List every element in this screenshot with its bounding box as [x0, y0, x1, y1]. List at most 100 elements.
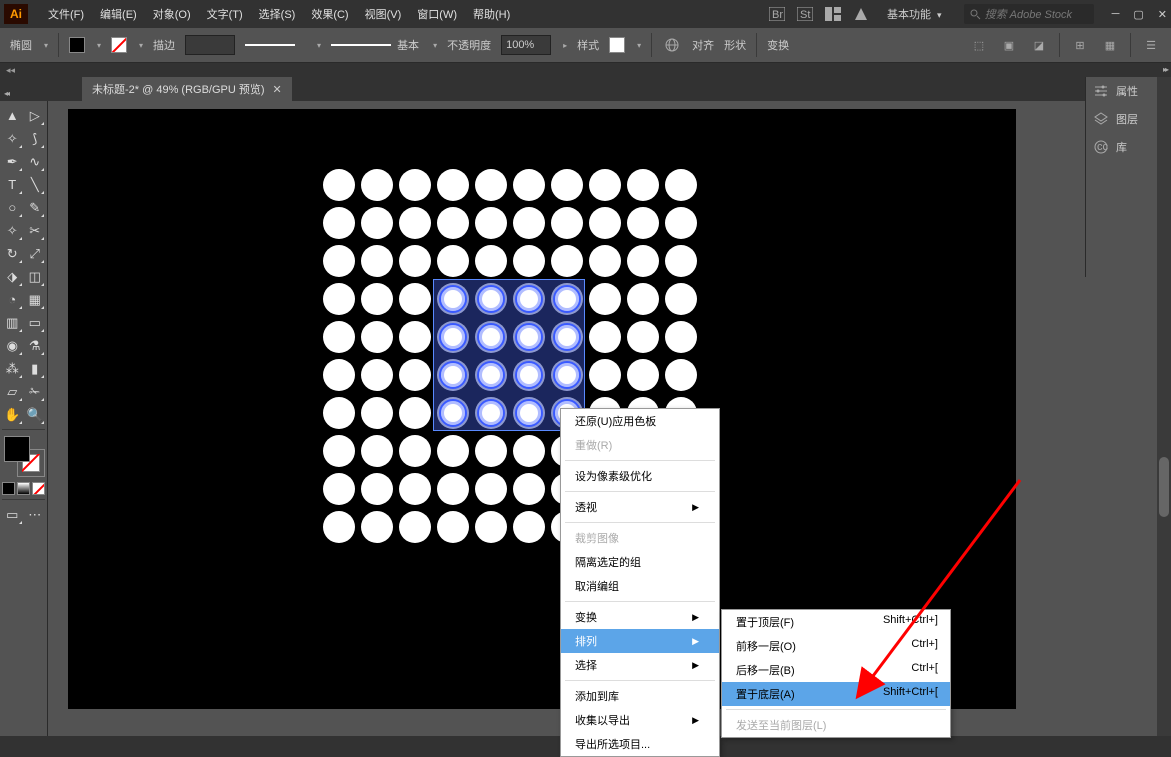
dot[interactable]	[589, 359, 621, 391]
dot[interactable]	[323, 511, 355, 543]
sm-send-to-back[interactable]: 置于底层(A)Shift+Ctrl+[	[722, 682, 950, 706]
stroke-weight-input[interactable]	[185, 35, 235, 55]
dot[interactable]	[361, 397, 393, 429]
dot[interactable]	[323, 207, 355, 239]
dot[interactable]	[513, 169, 545, 201]
dot[interactable]	[627, 245, 659, 277]
menu-help[interactable]: 帮助(H)	[465, 2, 518, 26]
align-pixel-icon[interactable]: ▦	[1100, 35, 1120, 55]
sm-bring-forward[interactable]: 前移一层(O)Ctrl+]	[722, 634, 950, 658]
dot[interactable]	[399, 359, 431, 391]
dot[interactable]	[475, 245, 507, 277]
cm-undo[interactable]: 还原(U)应用色板	[561, 409, 719, 433]
screen-mode-tool[interactable]: ▭	[2, 504, 23, 525]
brush-tool[interactable]: ✎	[25, 197, 46, 218]
brush-style-dropdown[interactable]: 基本	[331, 37, 421, 53]
arrange-docs-icon[interactable]	[823, 4, 843, 24]
dot[interactable]	[399, 473, 431, 505]
menu-select[interactable]: 选择(S)	[251, 2, 304, 26]
dot[interactable]	[589, 169, 621, 201]
stock-icon[interactable]: St	[795, 4, 815, 24]
dot[interactable]	[589, 245, 621, 277]
scale-tool[interactable]: ⤢	[25, 243, 46, 264]
shaper-tool[interactable]: ✧	[2, 220, 23, 241]
line-tool[interactable]: ╲	[25, 174, 46, 195]
width-tool[interactable]: ⬗	[2, 266, 23, 287]
dot[interactable]	[323, 321, 355, 353]
dot[interactable]	[627, 359, 659, 391]
tool-caret-icon[interactable]: ▾	[44, 41, 48, 50]
dot[interactable]	[361, 245, 393, 277]
dot[interactable]	[513, 207, 545, 239]
slice-tool[interactable]: ✁	[25, 381, 46, 402]
menu-file[interactable]: 文件(F)	[40, 2, 92, 26]
dot[interactable]	[437, 245, 469, 277]
style-swatch[interactable]	[609, 37, 625, 53]
dot[interactable]	[513, 473, 545, 505]
dot[interactable]	[589, 207, 621, 239]
expand-strip[interactable]: ◂◂	[0, 63, 1171, 77]
sm-send-backward[interactable]: 后移一层(B)Ctrl+[	[722, 658, 950, 682]
hand-tool[interactable]: ✋	[2, 404, 23, 425]
bridge-icon[interactable]: Br	[767, 4, 787, 24]
chevron-right-icon[interactable]: ▸	[563, 41, 567, 50]
dot[interactable]	[361, 283, 393, 315]
type-tool[interactable]: T	[2, 174, 23, 195]
workspace-selector[interactable]: 基本功能	[879, 4, 956, 24]
dot[interactable]	[437, 435, 469, 467]
stroke-swatch[interactable]	[111, 37, 127, 53]
search-stock-input[interactable]: 搜索 Adobe Stock	[964, 4, 1094, 24]
isolate-icon[interactable]: ⬚	[969, 35, 989, 55]
dot[interactable]	[589, 283, 621, 315]
symbol-sprayer-tool[interactable]: ⁂	[2, 358, 23, 379]
dot[interactable]	[513, 511, 545, 543]
dot[interactable]	[399, 169, 431, 201]
column-graph-tool[interactable]: ▮	[25, 358, 46, 379]
share-icon[interactable]	[851, 4, 871, 24]
dot[interactable]	[437, 511, 469, 543]
cm-arrange[interactable]: 排列▶	[561, 629, 719, 653]
blend-tool[interactable]: ⚗	[25, 335, 46, 356]
cm-ungroup[interactable]: 取消编组	[561, 574, 719, 598]
dot[interactable]	[361, 359, 393, 391]
minimize-button[interactable]: ─	[1112, 8, 1120, 21]
cm-perspective[interactable]: 透视▶	[561, 495, 719, 519]
cm-select[interactable]: 选择▶	[561, 653, 719, 677]
stroke-style-dropdown[interactable]	[245, 37, 305, 53]
dot[interactable]	[475, 207, 507, 239]
curvature-tool[interactable]: ∿	[25, 151, 46, 172]
dot[interactable]	[437, 169, 469, 201]
eyedropper-tool[interactable]: ◉	[2, 335, 23, 356]
fill-stroke-indicator[interactable]	[4, 436, 44, 476]
dot[interactable]	[627, 321, 659, 353]
gradient-mode-icon[interactable]	[17, 482, 30, 495]
dot[interactable]	[513, 435, 545, 467]
clip-icon[interactable]: ◪	[1029, 35, 1049, 55]
dot[interactable]	[475, 435, 507, 467]
dot[interactable]	[475, 473, 507, 505]
cm-pixel-perfect[interactable]: 设为像素级优化	[561, 464, 719, 488]
cm-add-to-library[interactable]: 添加到库	[561, 684, 719, 708]
dot[interactable]	[323, 283, 355, 315]
panel-menu-icon[interactable]: ☰	[1141, 35, 1161, 55]
rotate-tool[interactable]: ↻	[2, 243, 23, 264]
cm-transform[interactable]: 变换▶	[561, 605, 719, 629]
menu-window[interactable]: 窗口(W)	[409, 2, 465, 26]
dot[interactable]	[665, 245, 697, 277]
dot[interactable]	[361, 435, 393, 467]
color-mode-icon[interactable]	[2, 482, 15, 495]
shape-label[interactable]: 形状	[724, 37, 746, 53]
dot[interactable]	[323, 435, 355, 467]
fill-swatch[interactable]	[69, 37, 85, 53]
opacity-input[interactable]	[501, 35, 551, 55]
dot[interactable]	[399, 511, 431, 543]
pen-tool[interactable]: ✒	[2, 151, 23, 172]
cm-collect-export[interactable]: 收集以导出▶	[561, 708, 719, 732]
dot[interactable]	[513, 245, 545, 277]
document-tab[interactable]: 未标题-2* @ 49% (RGB/GPU 预览) ✕	[82, 77, 292, 101]
globe-icon[interactable]	[662, 35, 682, 55]
maximize-button[interactable]: ▢	[1133, 8, 1143, 21]
menu-object[interactable]: 对象(O)	[145, 2, 199, 26]
dot[interactable]	[361, 511, 393, 543]
dot[interactable]	[399, 245, 431, 277]
